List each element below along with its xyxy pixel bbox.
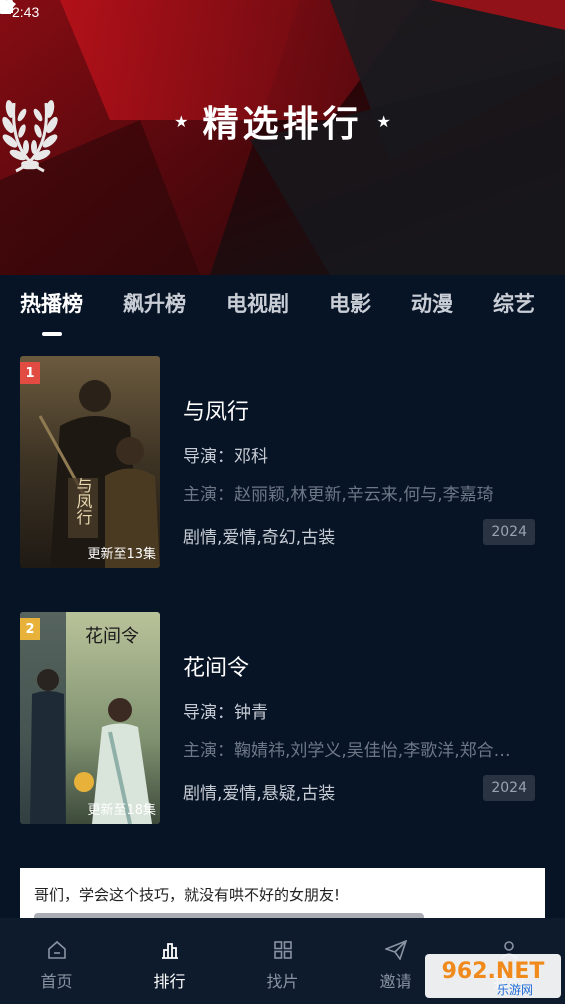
nav-home[interactable]: 首页	[0, 918, 113, 1004]
poster-title-text: 花间令	[85, 626, 139, 647]
home-icon	[47, 940, 66, 959]
tab-variety[interactable]: 综艺	[493, 288, 535, 328]
send-icon	[384, 940, 407, 960]
item-title: 花间令	[183, 656, 250, 681]
nav-ranking[interactable]: 排行	[113, 918, 226, 1004]
poster-image[interactable]: 花间令 2 更新至18集	[20, 612, 160, 824]
update-status: 更新至18集	[87, 803, 156, 818]
status-time: 2:43	[12, 4, 40, 20]
item-director: 导演：邓科	[183, 447, 268, 467]
tab-hot[interactable]: 热播榜	[20, 288, 83, 328]
item-cast: 主演：鞠婧祎,刘学义,吴佳怡,李歌洋,郑合…	[183, 741, 511, 761]
tab-anime[interactable]: 动漫	[411, 288, 453, 328]
poster-art: 与凤行	[20, 356, 160, 568]
laurel-right-icon	[15, 100, 58, 173]
item-genre: 剧情,爱情,奇幻,古装	[183, 528, 336, 548]
item-genre: 剧情,爱情,悬疑,古装	[183, 784, 336, 804]
poster-title-text: 与凤行	[74, 477, 93, 526]
ad-text: 哥们，学会这个技巧，就没有哄不好的女朋友!	[34, 886, 341, 904]
year-badge: 2024	[483, 775, 535, 801]
rank-badge: 2	[20, 618, 40, 640]
update-status: 更新至13集	[87, 547, 156, 562]
list-item[interactable]: 花间令 2 更新至18集 花间令 导演：钟青 主演：鞠婧祎,刘学义,吴佳怡,李歌…	[20, 612, 545, 824]
watermark-text: 962.NET	[442, 959, 545, 984]
year-badge: 2024	[483, 519, 535, 545]
battery-icon	[0, 0, 8, 14]
poster-art: 花间令	[20, 612, 160, 824]
status-bar: 2:43	[0, 0, 565, 24]
ranking-icon	[161, 943, 178, 959]
nav-label: 邀请	[379, 972, 412, 991]
header-title-group: ★ 精选排行 ★	[0, 95, 565, 173]
nav-label: 首页	[40, 972, 73, 991]
nav-label: 找片	[266, 972, 299, 991]
nav-label: 排行	[153, 972, 186, 991]
header-banner: 2:43 ★ 精选排行 ★	[0, 0, 565, 275]
watermark-logo: 962.NET 乐游网	[425, 954, 561, 998]
item-title: 与凤行	[183, 400, 250, 425]
nav-discover[interactable]: 找片	[226, 918, 339, 1004]
page-title: 精选排行	[202, 104, 363, 145]
item-cast: 主演：赵丽颖,林更新,辛云来,何与,李嘉琦	[183, 485, 494, 505]
tab-movie[interactable]: 电影	[329, 288, 371, 328]
star-icon: ★	[174, 111, 189, 131]
tab-tv-series[interactable]: 电视剧	[226, 288, 289, 328]
item-director: 导演：钟青	[183, 703, 268, 723]
category-tabs: 热播榜 飙升榜 电视剧 电影 动漫 综艺	[20, 288, 565, 328]
tab-rising[interactable]: 飙升榜	[123, 288, 186, 328]
watermark-subtext: 乐游网	[497, 983, 533, 997]
rank-badge: 1	[20, 362, 40, 384]
star-icon: ★	[376, 111, 391, 131]
poster-image[interactable]: 与凤行 1 更新至13集	[20, 356, 160, 568]
grid-icon	[273, 941, 292, 959]
list-item[interactable]: 与凤行 1 更新至13集 与凤行 导演：邓科 主演：赵丽颖,林更新,辛云来,何与…	[20, 356, 545, 568]
ad-banner[interactable]: 哥们，学会这个技巧，就没有哄不好的女朋友!	[20, 868, 545, 921]
